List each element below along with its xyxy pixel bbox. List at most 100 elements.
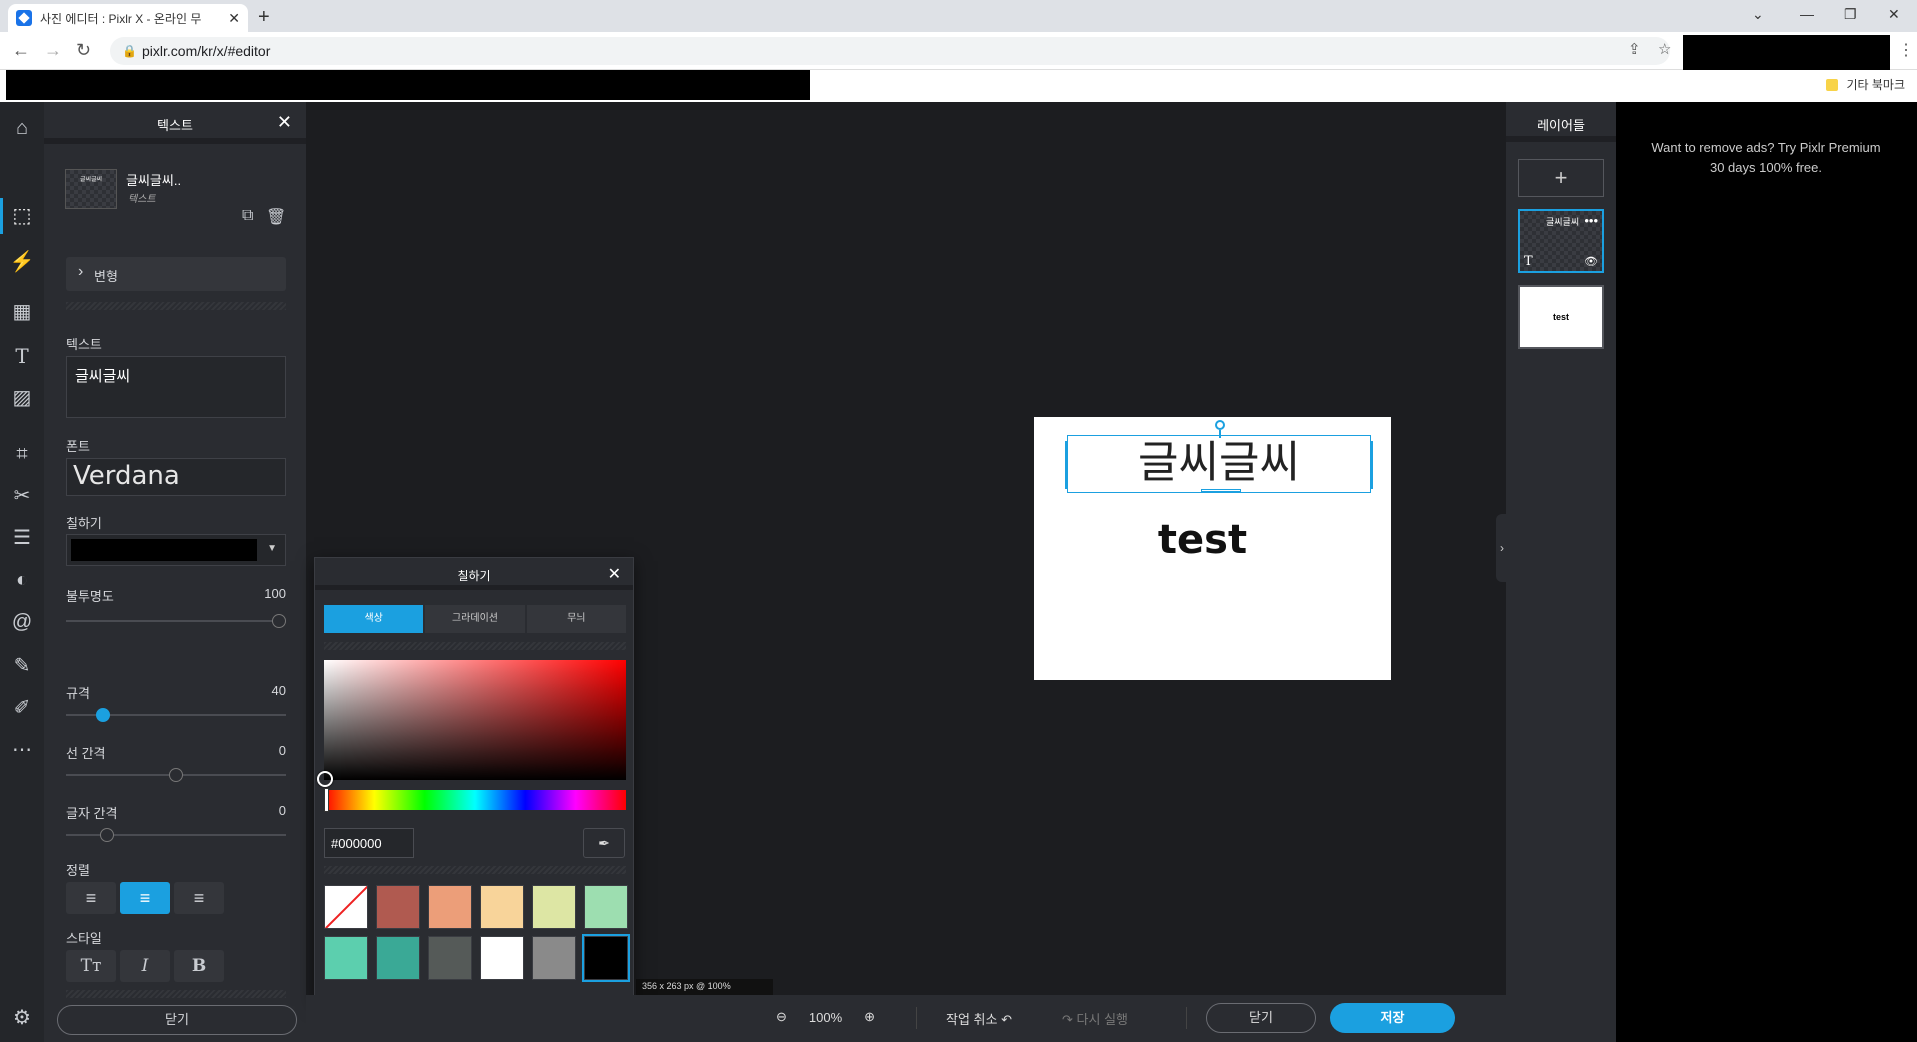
duplicate-icon[interactable]: ⧉ (242, 207, 253, 225)
divider (324, 642, 626, 650)
retouch-icon[interactable]: ✎ (8, 652, 36, 680)
minimize-button[interactable]: — (1800, 6, 1814, 22)
arrange-tool-icon[interactable]: ⬚ (0, 198, 36, 234)
align-center-button[interactable]: ≡ (120, 882, 170, 914)
other-bookmarks-folder[interactable]: 기타 북마크 (1826, 76, 1905, 93)
restore-button[interactable]: ❐ (1844, 6, 1857, 23)
picker-title: 칠하기 (457, 569, 491, 583)
resize-handle-right[interactable] (1370, 441, 1373, 489)
transform-section[interactable]: 변형 (66, 257, 286, 291)
tab-search-icon[interactable]: ⌄ (1752, 6, 1764, 23)
align-right-button[interactable]: ≡ (174, 882, 224, 914)
swatch[interactable] (480, 936, 524, 980)
swatch[interactable] (376, 885, 420, 929)
text-case-button[interactable]: Tт (66, 950, 116, 982)
opacity-slider[interactable] (66, 614, 286, 628)
line-spacing-slider[interactable] (66, 768, 286, 782)
swatch[interactable] (584, 885, 628, 929)
tab-gradient[interactable]: 그라데이션 (425, 605, 525, 633)
panel-close-button[interactable]: 닫기 (57, 1005, 297, 1035)
tab-color[interactable]: 색상 (324, 605, 424, 633)
premium-ad-text[interactable]: Want to remove ads? Try Pixlr Premium 30… (1646, 138, 1886, 178)
swatch[interactable] (376, 936, 420, 980)
layer-thumb-text: 글씨글씨 (79, 177, 103, 183)
swatch-none[interactable] (324, 885, 368, 929)
swatch[interactable] (324, 936, 368, 980)
crop-icon[interactable]: ⌗ (8, 440, 36, 468)
slider-knob[interactable] (169, 768, 183, 782)
layout-icon[interactable]: ▦ (8, 298, 36, 326)
fill-color-selector[interactable]: ▼ (66, 534, 286, 566)
forward-icon[interactable]: → (44, 40, 62, 61)
hue-knob[interactable] (324, 788, 329, 812)
folder-icon (1826, 78, 1839, 91)
layer-item-text[interactable]: 글씨글씨 ••• T 👁 (1518, 209, 1604, 273)
browser-tab[interactable]: 사진 에디터 : Pixlr X - 온라인 무 ✕ (8, 4, 248, 32)
layer-item-background[interactable]: test (1518, 285, 1604, 349)
swatch[interactable] (428, 936, 472, 980)
slider-knob[interactable] (96, 708, 110, 722)
save-button[interactable]: 저장 (1330, 1003, 1455, 1033)
reload-icon[interactable]: ↻ (76, 40, 91, 61)
swatch[interactable] (532, 936, 576, 980)
zoom-level[interactable]: 100% (809, 1010, 842, 1025)
more-tools-icon[interactable]: ⋯ (8, 736, 36, 764)
trash-icon[interactable]: 🗑 (266, 207, 286, 227)
swatch[interactable] (532, 885, 576, 929)
browser-menu-icon[interactable]: ⋮ (1898, 40, 1914, 60)
zoom-in-icon[interactable]: ⊕ (864, 1009, 875, 1025)
image-canvas[interactable]: 글씨글씨 test (1034, 417, 1391, 680)
zoom-out-icon[interactable]: ⊖ (776, 1009, 787, 1025)
text-input[interactable]: 글씨글씨 (66, 356, 286, 418)
slider-knob[interactable] (272, 614, 286, 628)
resize-handle-bottom[interactable] (1201, 489, 1241, 492)
settings-gear-icon[interactable]: ⚙ (8, 1004, 36, 1032)
selected-text-layer[interactable]: 글씨글씨 (1065, 420, 1373, 493)
filter-icon[interactable]: ◐ (8, 566, 36, 594)
undo-button[interactable]: 작업 취소 ↶ (946, 1009, 1012, 1028)
brush-icon[interactable]: ✐ (8, 694, 36, 722)
new-tab-button[interactable]: + (258, 6, 270, 29)
divider (66, 302, 286, 310)
cutout-icon[interactable]: ✂ (8, 482, 36, 510)
letter-spacing-slider[interactable] (66, 828, 286, 842)
close-panel-icon[interactable]: ✕ (277, 112, 292, 133)
add-layer-button[interactable]: + (1518, 159, 1604, 197)
align-left-button[interactable]: ≡ (66, 882, 116, 914)
size-slider[interactable] (66, 708, 286, 722)
swatch[interactable] (480, 885, 524, 929)
close-picker-icon[interactable]: ✕ (608, 564, 621, 584)
sv-picker-knob[interactable] (317, 771, 333, 787)
redo-button[interactable]: ↷ 다시 실행 (1062, 1009, 1128, 1028)
slider-knob[interactable] (100, 828, 114, 842)
window-close-button[interactable]: ✕ (1888, 6, 1900, 23)
close-button[interactable]: 닫기 (1206, 1003, 1316, 1033)
more-options-icon[interactable]: ••• (1584, 213, 1598, 228)
hex-input[interactable]: #000000 (324, 828, 414, 858)
swatch-selected[interactable] (582, 934, 630, 982)
saturation-value-area[interactable] (324, 660, 626, 780)
adjust-icon[interactable]: ☰ (8, 524, 36, 552)
bookmark-star-icon[interactable]: ☆ (1658, 40, 1671, 58)
share-icon[interactable]: ⇪ (1628, 40, 1641, 58)
swatch-grid (324, 885, 630, 982)
italic-button[interactable]: I (120, 950, 170, 982)
font-selector[interactable]: Verdana (66, 458, 286, 496)
tab-close-icon[interactable]: ✕ (228, 10, 240, 27)
visibility-eye-icon[interactable]: 👁 (1584, 255, 1598, 268)
resize-handle-left[interactable] (1065, 441, 1068, 489)
texture-icon[interactable]: ▨ (8, 384, 36, 412)
rotate-handle[interactable] (1215, 420, 1225, 430)
test-text-layer[interactable]: test (1034, 517, 1391, 563)
home-icon[interactable]: ⌂ (8, 114, 36, 142)
hue-slider[interactable] (324, 790, 626, 810)
bold-button[interactable]: B (174, 950, 224, 982)
swatch[interactable] (428, 885, 472, 929)
eyedropper-icon[interactable]: ✒ (583, 828, 625, 858)
back-icon[interactable]: ← (12, 40, 30, 61)
tab-pattern[interactable]: 무늬 (526, 605, 626, 633)
text-tool-icon[interactable]: T (8, 342, 36, 370)
liquify-icon[interactable]: @ (8, 608, 36, 636)
auto-fix-icon[interactable]: ⚡ (8, 248, 36, 276)
url-field[interactable]: 🔒 pixlr.com/kr/x/#editor (110, 37, 1670, 65)
